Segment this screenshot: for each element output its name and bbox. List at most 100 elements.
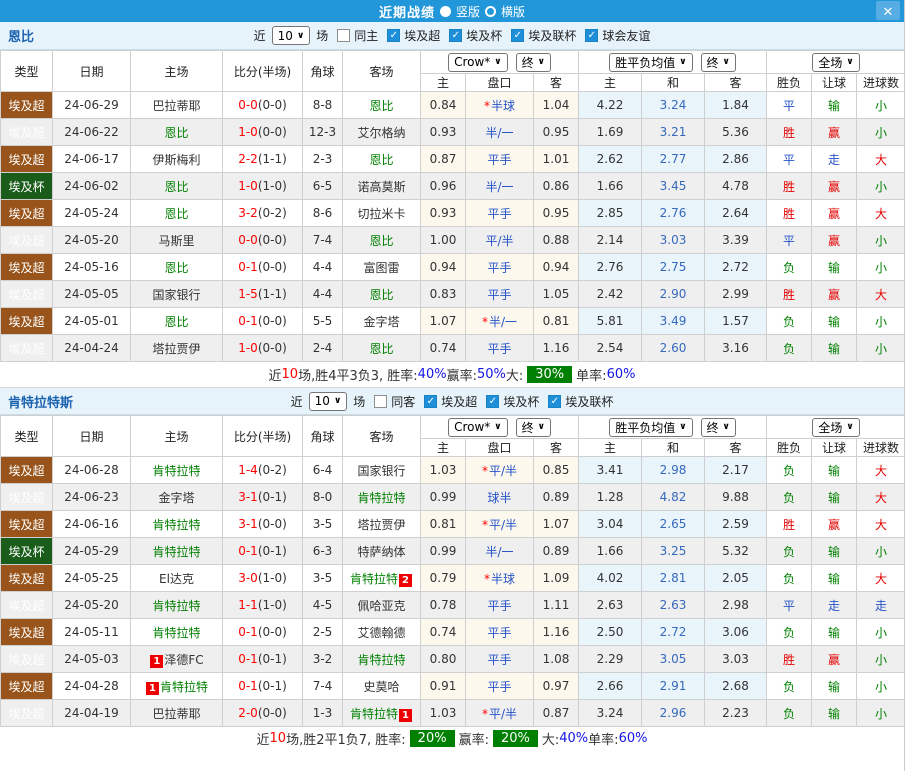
team-name-text: 马斯里 bbox=[158, 234, 194, 248]
scope-select[interactable]: 全场 bbox=[812, 53, 859, 72]
team1-match-count-select[interactable]: 10 bbox=[272, 26, 311, 45]
fulltime-score: 3-2 bbox=[238, 206, 258, 220]
wdl-time-select[interactable]: 终 bbox=[701, 53, 736, 72]
away-odds-cell: 0.89 bbox=[534, 484, 579, 511]
halftime-score: (1-0) bbox=[258, 598, 287, 612]
result-wdl-cell: 胜 bbox=[767, 281, 812, 308]
team1-same-venue-checkbox[interactable] bbox=[337, 29, 350, 42]
score-cell: 0-1(0-1) bbox=[223, 673, 303, 700]
result-goals-cell: 走 bbox=[857, 592, 905, 619]
handicap-cell: *半/一 bbox=[466, 308, 534, 335]
lose-odds-cell: 2.68 bbox=[705, 673, 767, 700]
sub-away-odds-header: 客 bbox=[534, 439, 579, 457]
corner-cell: 8-6 bbox=[303, 200, 343, 227]
win-odds-cell: 3.24 bbox=[579, 700, 642, 727]
handicap-time-select[interactable]: 终 bbox=[516, 418, 551, 437]
handicap-cell: *平/半 bbox=[466, 700, 534, 727]
team1-league-checkbox-1[interactable] bbox=[449, 29, 462, 42]
halftime-score: (0-1) bbox=[258, 652, 287, 666]
score-cell: 3-0(1-0) bbox=[223, 565, 303, 592]
team1-league-checkbox-0[interactable] bbox=[387, 29, 400, 42]
team1-league-label-2[interactable]: 埃及联杯 bbox=[528, 27, 576, 44]
team1-league-label-0[interactable]: 埃及超 bbox=[404, 27, 440, 44]
home-odds-cell: 1.00 bbox=[421, 227, 466, 254]
team1-league-checkbox-3[interactable] bbox=[585, 29, 598, 42]
team2-league-checkbox-0[interactable] bbox=[424, 395, 437, 408]
win-odds-cell: 2.42 bbox=[579, 281, 642, 308]
result-handicap-cell: 赢 bbox=[812, 119, 857, 146]
handicap-group-header: Crow* 终 bbox=[421, 51, 579, 74]
team1-league-label-1[interactable]: 埃及杯 bbox=[466, 27, 502, 44]
halftime-score: (1-0) bbox=[258, 571, 287, 585]
away-team-cell: 恩比 bbox=[343, 281, 421, 308]
team-name-text: 恩比 bbox=[164, 261, 188, 275]
bookmaker-value: Crow* bbox=[454, 55, 490, 69]
close-icon bbox=[883, 1, 894, 20]
score-cell: 0-1(0-1) bbox=[223, 646, 303, 673]
wdl-avg-select[interactable]: 胜平负均值 bbox=[609, 418, 692, 437]
score-cell: 3-1(0-1) bbox=[223, 484, 303, 511]
team1-same-venue-label[interactable]: 同主 bbox=[354, 27, 378, 44]
sub-home-odds-header: 主 bbox=[421, 74, 466, 92]
team2-same-venue-label[interactable]: 同客 bbox=[391, 393, 415, 410]
handicap-cell: *半球 bbox=[466, 565, 534, 592]
score-cell: 1-0(1-0) bbox=[223, 173, 303, 200]
team1-filters: 近 10 场 同主 埃及超 埃及杯 埃及联杯 球会友谊 bbox=[252, 26, 653, 45]
team-name-text: 塔拉贾伊 bbox=[357, 518, 405, 532]
corner-cell: 4-4 bbox=[303, 281, 343, 308]
close-button[interactable] bbox=[876, 1, 900, 20]
score-cell: 1-4(0-2) bbox=[223, 457, 303, 484]
team2-match-count-select[interactable]: 10 bbox=[309, 392, 348, 411]
halftime-score: (0-1) bbox=[258, 679, 287, 693]
bookmaker-select[interactable]: Crow* bbox=[448, 53, 508, 72]
league-type-cell: 埃及超 bbox=[1, 200, 53, 227]
team2-same-venue-checkbox[interactable] bbox=[374, 395, 387, 408]
lose-odds-cell: 2.72 bbox=[705, 254, 767, 281]
result-goals-cell: 大 bbox=[857, 281, 905, 308]
team1-name: 恩比 bbox=[8, 26, 34, 45]
sub-handicap-result-header: 让球 bbox=[812, 439, 857, 457]
portrait-radio-label[interactable]: 竖版 bbox=[456, 3, 480, 20]
score-cell: 2-0(0-0) bbox=[223, 700, 303, 727]
handicap-cell: 半/一 bbox=[466, 538, 534, 565]
summary-segment: 40% bbox=[418, 367, 447, 382]
league-type-cell: 埃及超 bbox=[1, 281, 53, 308]
away-odds-cell: 1.16 bbox=[534, 335, 579, 362]
handicap-cell: 平手 bbox=[466, 281, 534, 308]
match-row: 埃及超24-05-031泽德FC0-1(0-1)3-2肯特拉特0.80平手1.0… bbox=[1, 646, 905, 673]
home-odds-cell: 0.94 bbox=[421, 254, 466, 281]
team2-league-checkbox-2[interactable] bbox=[548, 395, 561, 408]
bookmaker-select[interactable]: Crow* bbox=[448, 418, 508, 437]
team2-league-label-1[interactable]: 埃及杯 bbox=[503, 393, 539, 410]
team2-filter-bar: 肯特拉特斯 近 10 场 同客 埃及超 埃及杯 埃及联杯 bbox=[0, 387, 904, 415]
home-team-cell: 恩比 bbox=[131, 173, 223, 200]
result-handicap-cell: 输 bbox=[812, 538, 857, 565]
handicap-time-select[interactable]: 终 bbox=[516, 53, 551, 72]
date-cell: 24-05-20 bbox=[53, 592, 131, 619]
away-odds-cell: 0.94 bbox=[534, 254, 579, 281]
league-type-cell: 埃及超 bbox=[1, 592, 53, 619]
summary-segment: 50% bbox=[477, 367, 506, 382]
away-odds-cell: 0.95 bbox=[534, 119, 579, 146]
team2-league-checkbox-1[interactable] bbox=[486, 395, 499, 408]
wdl-time-select[interactable]: 终 bbox=[701, 418, 736, 437]
wdl-avg-select[interactable]: 胜平负均值 bbox=[609, 53, 692, 72]
match-row: 埃及超24-04-24塔拉贾伊1-0(0-0)2-4恩比0.74平手1.162.… bbox=[1, 335, 905, 362]
win-odds-cell: 3.04 bbox=[579, 511, 642, 538]
league-type-cell: 埃及超 bbox=[1, 565, 53, 592]
landscape-radio[interactable] bbox=[485, 6, 496, 17]
team1-league-checkbox-2[interactable] bbox=[511, 29, 524, 42]
sub-result-header: 胜负 bbox=[767, 439, 812, 457]
fulltime-score: 2-0 bbox=[238, 706, 258, 720]
portrait-radio[interactable] bbox=[440, 6, 451, 17]
landscape-radio-label[interactable]: 横版 bbox=[501, 3, 525, 20]
away-odds-cell: 0.86 bbox=[534, 173, 579, 200]
team2-league-label-0[interactable]: 埃及超 bbox=[441, 393, 477, 410]
team1-league-label-3[interactable]: 球会友谊 bbox=[602, 27, 650, 44]
team2-league-label-2[interactable]: 埃及联杯 bbox=[565, 393, 613, 410]
handicap-cell: 平手 bbox=[466, 619, 534, 646]
result-wdl-cell: 负 bbox=[767, 484, 812, 511]
title-bar: 近期战绩 竖版 横版 bbox=[0, 0, 904, 22]
win-odds-cell: 1.66 bbox=[579, 173, 642, 200]
scope-select[interactable]: 全场 bbox=[812, 418, 859, 437]
